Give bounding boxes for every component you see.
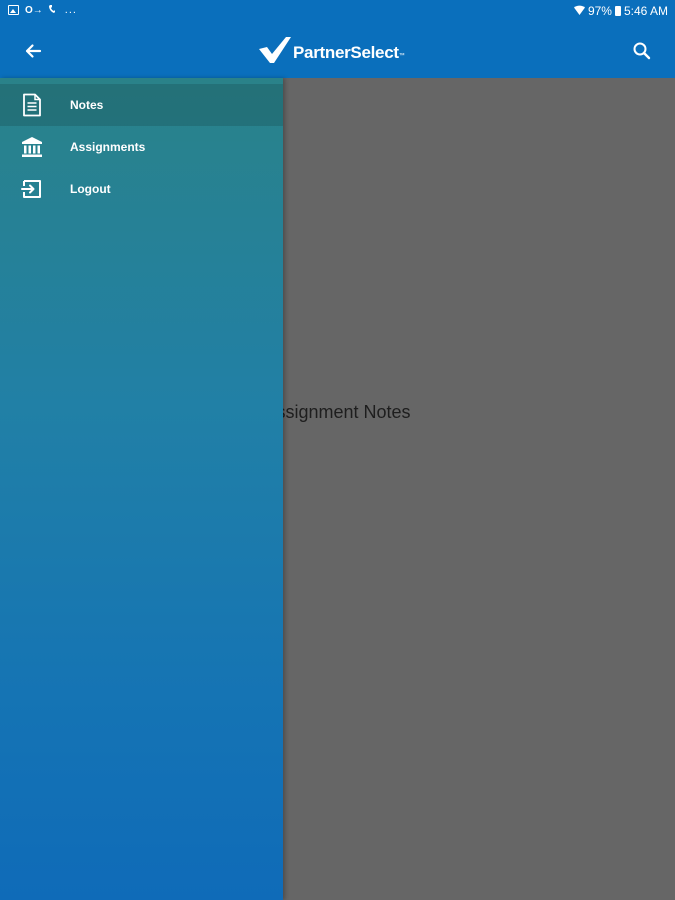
app-bar: PartnerSelect ™: [0, 24, 675, 78]
navigation-drawer: Notes Assignments Logout: [0, 78, 283, 900]
drawer-item-assignments[interactable]: Assignments: [0, 126, 283, 168]
bank-icon: [22, 137, 42, 157]
status-bar-right: 97% 5:46 AM: [573, 4, 668, 18]
battery-icon: [614, 6, 621, 16]
checkmark-logo-icon: [259, 37, 291, 63]
battery-percentage: 97%: [587, 4, 612, 18]
arrow-left-icon: [25, 44, 42, 58]
logo-trademark: ™: [398, 53, 405, 59]
drawer-item-label: Notes: [70, 98, 104, 112]
drawer-item-notes[interactable]: Notes: [0, 84, 283, 126]
drawer-item-logout[interactable]: Logout: [0, 168, 283, 210]
back-button[interactable]: [18, 36, 48, 66]
document-icon: [23, 93, 41, 117]
status-bar: O→ ... 97% 5:46 AM: [0, 0, 675, 24]
clock: 5:46 AM: [623, 4, 668, 18]
drawer-item-label: Logout: [70, 182, 111, 196]
logout-icon: [21, 180, 41, 198]
search-icon: [633, 42, 651, 60]
wifi-icon: [573, 4, 585, 18]
drawer-item-label: Assignments: [70, 140, 146, 154]
vpn-key-icon: O→: [25, 4, 43, 16]
drawer-menu-list: Notes Assignments Logout: [0, 84, 283, 210]
status-bar-left: O→ ...: [8, 4, 77, 16]
partnerselect-logo: PartnerSelect ™: [259, 37, 405, 63]
image-notification-icon: [8, 5, 19, 15]
logo-text: PartnerSelect: [293, 43, 399, 62]
search-button[interactable]: [627, 36, 657, 66]
phone-icon: [48, 5, 55, 15]
more-notifications-indicator: ...: [64, 4, 77, 16]
